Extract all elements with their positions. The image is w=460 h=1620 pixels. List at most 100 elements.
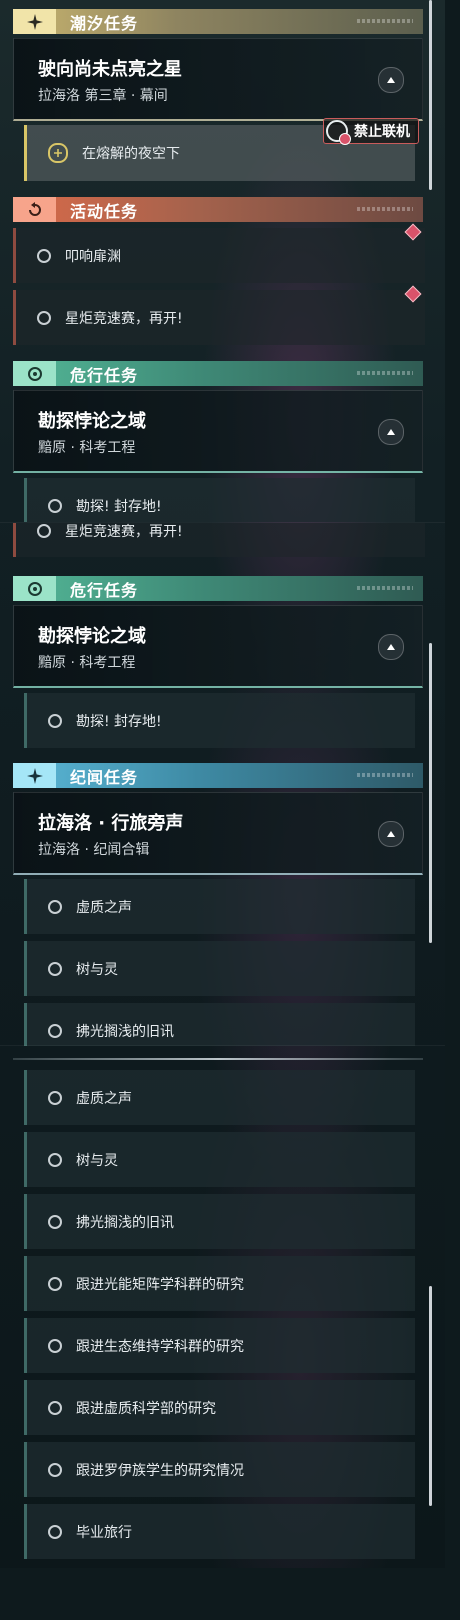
chronicle-quest-header[interactable]: 纪闻任务 xyxy=(13,763,423,788)
quest-title: 拉海洛 · 行旅旁声 xyxy=(38,813,184,834)
objective-circle-icon xyxy=(37,248,51,263)
pvp-badge-label: 禁止联机 xyxy=(354,124,410,140)
quest-subtitle: 黯原 · 科考工程 xyxy=(38,440,136,456)
event-objective-cut[interactable]: 星炬竞速赛，再开! xyxy=(13,523,425,557)
objective-text: 跟进光能矩阵学科群的研究 xyxy=(76,1276,244,1293)
sparkle-icon xyxy=(26,13,43,30)
tide-quest-card[interactable]: 驶向尚未点亮之星 拉海洛 第三章 · 幕间 xyxy=(13,38,423,121)
objective-text: 虚质之声 xyxy=(76,1090,132,1107)
quest-title: 驶向尚未点亮之星 xyxy=(38,59,182,80)
hazard-eye-icon xyxy=(27,366,42,381)
danger-objective-cut[interactable]: 勘探! 封存地! xyxy=(24,478,415,522)
alert-diamond-icon xyxy=(404,285,422,303)
chronicle-objective[interactable]: 毕业旅行 xyxy=(24,1504,415,1559)
objective-text: 跟进生态维持学科群的研究 xyxy=(76,1338,244,1355)
objective-circle-icon xyxy=(48,1338,62,1353)
objective-text: 虚质之声 xyxy=(76,899,132,916)
objective-circle-icon xyxy=(48,1214,62,1229)
chronicle-objective[interactable]: 跟进虚质科学部的研究 xyxy=(24,1380,415,1435)
quest-subtitle: 拉海洛 · 纪闻合辑 xyxy=(38,842,150,858)
objective-text: 在熔解的夜空下 xyxy=(82,146,180,162)
chronicle-objective[interactable]: 跟进生态维持学科群的研究 xyxy=(24,1318,415,1373)
header-decoration xyxy=(357,207,413,211)
objective-text: 跟进虚质科学部的研究 xyxy=(76,1400,216,1417)
section-title: 潮汐任务 xyxy=(70,13,139,33)
chronicle-objective[interactable]: 跟进光能矩阵学科群的研究 xyxy=(24,1256,415,1311)
objective-text: 跟进罗伊族学生的研究情况 xyxy=(76,1462,244,1479)
objective-text: 叩响扉渊 xyxy=(65,248,121,265)
objective-circle-icon xyxy=(48,713,62,728)
objective-text: 勘探! 封存地! xyxy=(76,713,162,730)
objective-text: 拂光搁浅的旧讯 xyxy=(76,1214,174,1231)
chevron-up-icon xyxy=(387,429,395,435)
chronicle-objective-2[interactable]: 树与灵 xyxy=(24,941,415,996)
chronicle-objective-cut[interactable]: 拂光搁浅的旧讯 xyxy=(24,1003,415,1046)
danger-quest-card[interactable]: 勘探悖论之域 黯原 · 科考工程 xyxy=(13,390,423,473)
objective-circle-icon xyxy=(37,524,51,538)
scrollbar-thumb[interactable] xyxy=(429,1286,432,1506)
scrollbar-track[interactable] xyxy=(429,0,432,190)
section-title: 活动任务 xyxy=(70,201,139,221)
quest-title: 勘探悖论之域 xyxy=(38,411,146,432)
card-bottom-edge xyxy=(13,1058,423,1060)
scrollbar-track[interactable] xyxy=(429,1286,432,1506)
hazard-eye-icon xyxy=(27,581,42,596)
objective-circle-icon xyxy=(37,310,51,325)
chronicle-objective[interactable]: 虚质之声 xyxy=(24,1070,415,1125)
objective-circle-icon xyxy=(48,1276,62,1291)
alert-diamond-icon xyxy=(404,223,422,241)
scrollbar-track[interactable] xyxy=(429,643,432,943)
objective-target-icon xyxy=(48,143,68,163)
objective-circle-icon xyxy=(48,1462,62,1477)
no-coop-icon xyxy=(326,120,351,145)
objective-circle-icon xyxy=(48,1524,62,1539)
chronicle-tag xyxy=(13,763,56,788)
chronicle-objective[interactable]: 跟进罗伊族学生的研究情况 xyxy=(24,1442,415,1497)
header-decoration xyxy=(357,586,413,590)
objective-text: 毕业旅行 xyxy=(76,1524,132,1541)
objective-circle-icon xyxy=(48,1090,62,1105)
objective-text: 星炬竞速赛，再开! xyxy=(65,310,183,327)
header-decoration xyxy=(357,19,413,23)
tide-tag xyxy=(13,9,56,34)
scrollbar-thumb[interactable] xyxy=(429,643,432,943)
quest-subtitle: 拉海洛 第三章 · 幕间 xyxy=(38,88,168,104)
section-title: 纪闻任务 xyxy=(70,767,139,787)
chronicle-objective-1[interactable]: 虚质之声 xyxy=(24,879,415,934)
pvp-badge: 禁止联机 xyxy=(323,118,419,145)
objective-text: 勘探! 封存地! xyxy=(76,498,162,515)
scrollbar-thumb[interactable] xyxy=(429,0,432,190)
expand-button[interactable] xyxy=(378,634,404,660)
objective-circle-icon xyxy=(48,498,62,513)
chronicle-objective[interactable]: 树与灵 xyxy=(24,1132,415,1187)
objective-text: 树与灵 xyxy=(76,1152,118,1169)
danger-tag xyxy=(13,361,56,386)
quest-panel-1: 潮汐任务 驶向尚未点亮之星 拉海洛 第三章 · 幕间 在熔解的夜空下 禁止联机 … xyxy=(0,0,445,522)
chronicle-quest-card[interactable]: 拉海洛 · 行旅旁声 拉海洛 · 纪闻合辑 xyxy=(13,792,423,875)
danger-tag xyxy=(13,576,56,601)
objective-circle-icon xyxy=(48,961,62,976)
event-tag xyxy=(13,197,56,222)
chevron-up-icon xyxy=(387,644,395,650)
danger-quest-card[interactable]: 勘探悖论之域 黯原 · 科考工程 xyxy=(13,605,423,688)
quest-panel-3: 虚质之声 树与灵 拂光搁浅的旧讯 跟进光能矩阵学科群的研究 跟进生态维持学科群的… xyxy=(0,1045,445,1569)
danger-quest-header[interactable]: 危行任务 xyxy=(13,361,423,386)
danger-objective[interactable]: 勘探! 封存地! xyxy=(24,693,415,748)
sparkle-icon xyxy=(26,767,43,784)
quest-panel-2: 星炬竞速赛，再开! 危行任务 勘探悖论之域 黯原 · 科考工程 勘探! 封存地!… xyxy=(0,522,445,1046)
event-objective-2[interactable]: 星炬竞速赛，再开! xyxy=(13,285,425,345)
quest-title: 勘探悖论之域 xyxy=(38,626,146,647)
chronicle-objective[interactable]: 拂光搁浅的旧讯 xyxy=(24,1194,415,1249)
objective-circle-icon xyxy=(48,1400,62,1415)
expand-button[interactable] xyxy=(378,419,404,445)
event-objective-1[interactable]: 叩响扉渊 xyxy=(13,223,425,283)
objective-text: 树与灵 xyxy=(76,961,118,978)
expand-button[interactable] xyxy=(378,67,404,93)
objective-circle-icon xyxy=(48,899,62,914)
expand-button[interactable] xyxy=(378,821,404,847)
danger-quest-header[interactable]: 危行任务 xyxy=(13,576,423,601)
event-quest-header[interactable]: 活动任务 xyxy=(13,197,423,222)
section-title: 危行任务 xyxy=(70,580,139,600)
tide-quest-header[interactable]: 潮汐任务 xyxy=(13,9,423,34)
objective-text: 星炬竞速赛，再开! xyxy=(65,524,183,540)
